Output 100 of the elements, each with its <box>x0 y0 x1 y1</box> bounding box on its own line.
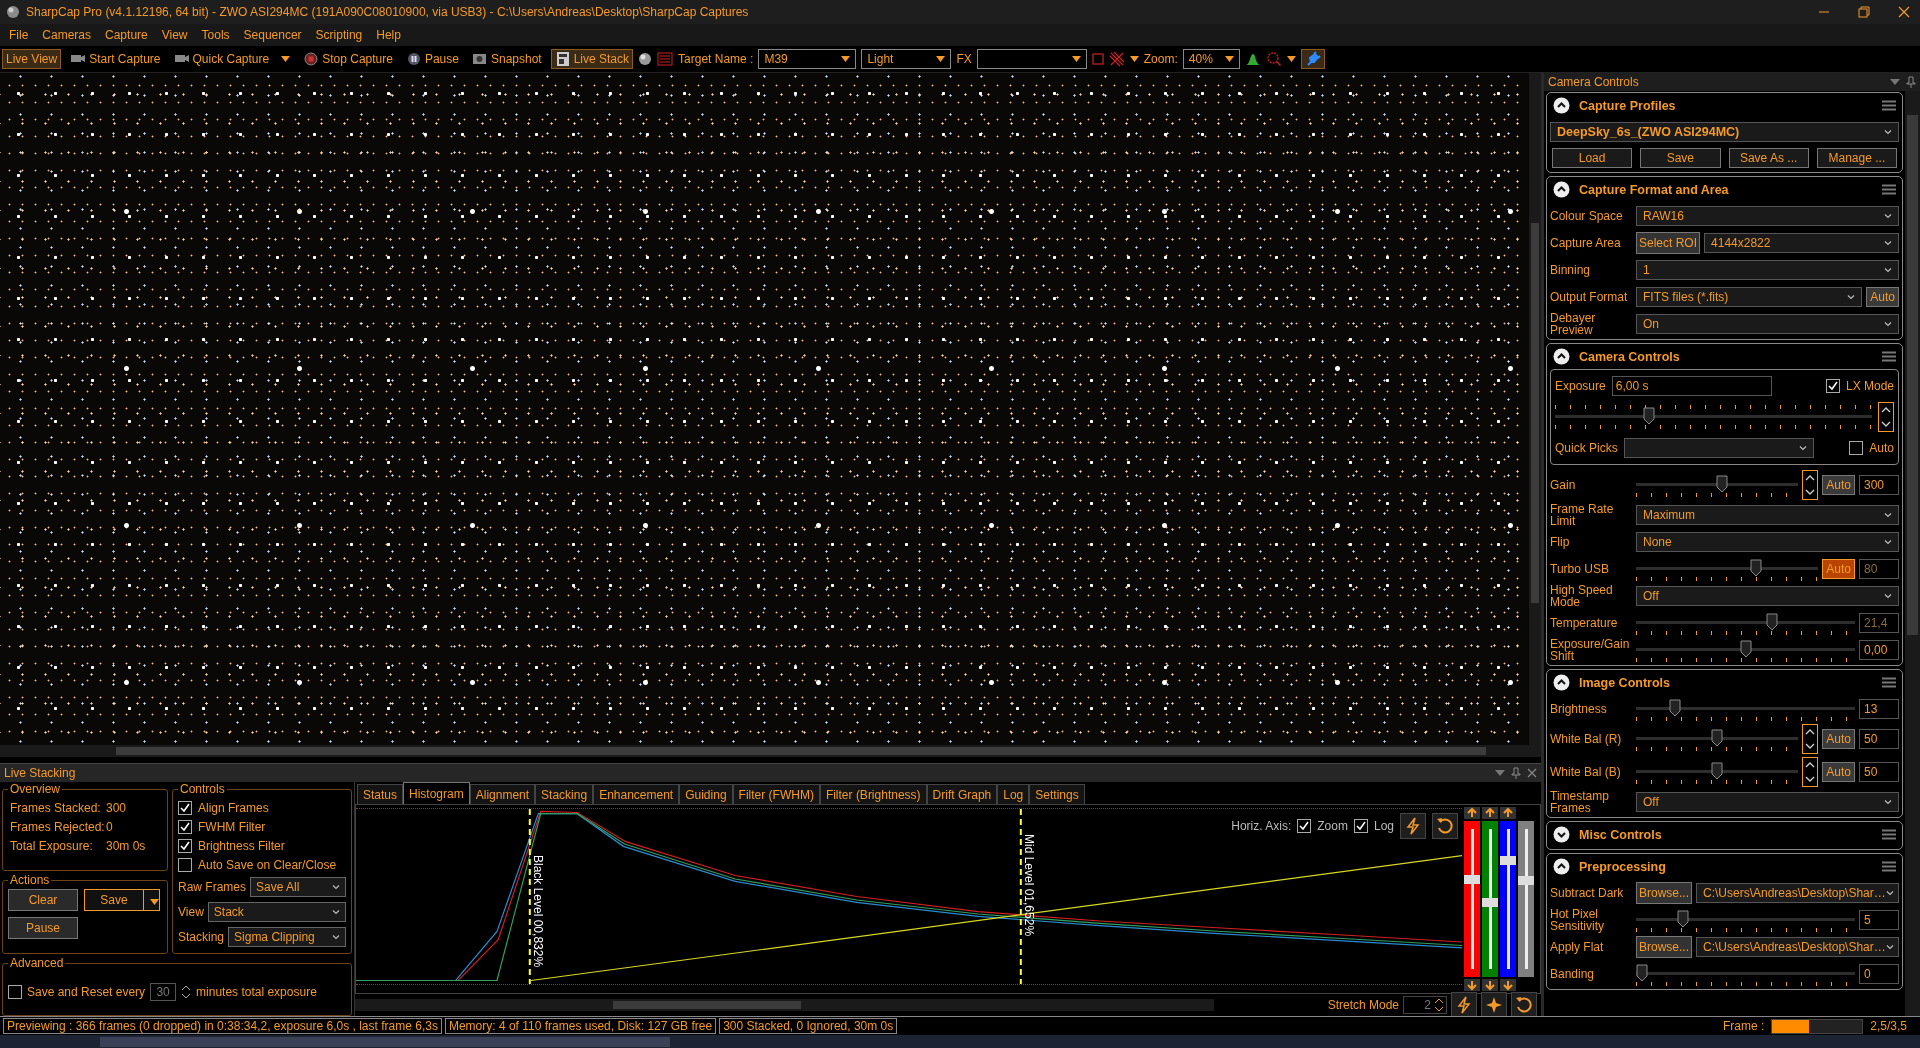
value-field[interactable]: 5 <box>1859 909 1899 930</box>
exposure-field[interactable]: 6,00 s <box>1611 376 1772 396</box>
dropdown[interactable]: C:\Users\Andreas\Desktop\Shar… <box>1696 936 1899 957</box>
clear-button[interactable]: Clear <box>8 889 78 911</box>
auto-button[interactable]: Auto <box>1822 728 1855 749</box>
chevron-circle-icon[interactable] <box>1553 826 1570 843</box>
slider-thumb[interactable] <box>1677 909 1690 928</box>
dropdown[interactable]: DeepSky_6s_(ZWO ASI294MC) <box>1550 121 1899 142</box>
chevron-circle-icon[interactable] <box>1553 348 1570 365</box>
slider-thumb[interactable] <box>1669 698 1682 717</box>
arrow-up-icon[interactable] <box>1500 807 1516 819</box>
checkbox[interactable] <box>1825 379 1840 393</box>
pin-icon[interactable] <box>1511 767 1521 779</box>
menu-icon[interactable] <box>1882 677 1896 688</box>
stretch-mode-field[interactable]: 2 <box>1403 996 1447 1014</box>
level-marker-line[interactable] <box>1019 809 1022 984</box>
spinner-icon[interactable] <box>181 983 192 1000</box>
pause-button[interactable]: Pause <box>8 917 78 939</box>
slider-thumb[interactable] <box>1500 856 1516 865</box>
profile-button[interactable]: Manage ... <box>1816 148 1897 168</box>
value-field[interactable]: 50 <box>1859 761 1899 782</box>
menu-item[interactable]: Scripting <box>308 28 370 42</box>
dropdown[interactable]: C:\Users\Andreas\Desktop\Shar… <box>1696 882 1899 903</box>
tab[interactable]: Drift Graph <box>926 784 998 804</box>
menu-item[interactable]: Sequencer <box>236 28 309 42</box>
caret-down-icon[interactable] <box>1890 78 1900 86</box>
dropdown[interactable]: Save All <box>250 876 346 897</box>
toolbar-button[interactable]: Start Capture <box>66 49 165 69</box>
arrow-down-icon[interactable] <box>1482 979 1498 991</box>
tab[interactable]: Stacking <box>535 784 594 804</box>
chevron-circle-icon[interactable] <box>1553 674 1570 691</box>
menu-item[interactable]: File <box>2 28 36 42</box>
checkbox[interactable] <box>8 984 22 999</box>
spin-button[interactable] <box>1802 723 1819 754</box>
channel-slider[interactable] <box>1500 821 1516 977</box>
slider[interactable] <box>1636 759 1799 784</box>
menu-icon[interactable] <box>1882 100 1896 111</box>
spin-button[interactable] <box>1802 469 1819 500</box>
arrow-up-icon[interactable] <box>1464 807 1480 819</box>
dropdown[interactable]: None <box>1636 531 1899 552</box>
dropdown[interactable]: Light <box>861 49 952 69</box>
menu-icon[interactable] <box>1882 184 1896 195</box>
plug-button[interactable] <box>1300 49 1325 69</box>
arrow-down-icon[interactable] <box>1500 979 1516 991</box>
slider-thumb[interactable] <box>1739 639 1752 658</box>
dropdown[interactable] <box>976 49 1087 69</box>
auto-button[interactable]: Auto <box>1822 474 1855 495</box>
toolbar-button[interactable]: Quick Capture <box>169 49 295 69</box>
slider-thumb[interactable] <box>1715 474 1728 493</box>
slider-thumb[interactable] <box>1711 761 1724 780</box>
reset-button[interactable] <box>1432 813 1458 839</box>
close-icon[interactable] <box>1898 6 1910 18</box>
histogram-icon[interactable] <box>1244 52 1261 66</box>
value-field[interactable]: 0,00 <box>1859 639 1899 660</box>
value-field[interactable]: 50 <box>1859 728 1899 749</box>
tab[interactable]: Enhancement <box>593 784 680 804</box>
menu-icon[interactable] <box>1882 351 1896 362</box>
profile-button[interactable]: Save <box>1640 148 1721 168</box>
browse-button[interactable]: Browse... <box>1636 935 1692 958</box>
magnifier-icon[interactable] <box>1265 51 1282 67</box>
scrollbar[interactable] <box>355 999 1214 1011</box>
pin-icon[interactable] <box>1906 76 1916 88</box>
tab[interactable]: Filter (FWHM) <box>732 784 820 804</box>
dropdown[interactable]: Stack <box>207 901 346 922</box>
slider[interactable] <box>1555 405 1872 429</box>
menu-item[interactable]: Capture <box>98 28 155 42</box>
scrollbar[interactable] <box>1529 73 1541 745</box>
value-field[interactable]: 13 <box>1859 698 1899 719</box>
checkbox[interactable] <box>1353 819 1368 833</box>
slider[interactable] <box>1636 472 1799 497</box>
arrow-down-icon[interactable] <box>1464 979 1480 991</box>
dropdown-button[interactable] <box>144 889 160 911</box>
dropdown[interactable]: 1 <box>1636 259 1899 280</box>
menu-icon[interactable] <box>1882 829 1896 840</box>
channel-slider[interactable] <box>1482 821 1498 977</box>
dropdown[interactable]: On <box>1636 313 1899 334</box>
checkbox[interactable] <box>178 800 192 815</box>
checkbox[interactable] <box>178 819 192 834</box>
channel-slider[interactable] <box>1518 821 1534 977</box>
tab[interactable]: Settings <box>1029 784 1085 804</box>
toolbar-button[interactable]: Live Stack <box>550 49 634 69</box>
tab[interactable]: Status <box>357 784 404 804</box>
arrow-up-icon[interactable] <box>1482 807 1498 819</box>
save-button[interactable]: Save <box>84 889 144 911</box>
value-field[interactable]: 300 <box>1859 474 1899 495</box>
sparkle-button[interactable] <box>1481 992 1507 1018</box>
checkbox[interactable] <box>178 838 192 853</box>
lightning-button[interactable] <box>1451 992 1477 1018</box>
slider-thumb[interactable] <box>1464 874 1480 884</box>
dropdown[interactable]: 40% <box>1182 49 1240 69</box>
slider-thumb[interactable] <box>1636 963 1648 982</box>
toolbar-button[interactable]: Live View <box>2 49 62 69</box>
slider-thumb[interactable] <box>1482 898 1498 908</box>
checkbox[interactable] <box>178 857 192 872</box>
chevron-circle-icon[interactable] <box>1553 181 1570 198</box>
dropdown[interactable]: 4144x2822 <box>1704 232 1899 253</box>
toolbar-button[interactable]: Stop Capture <box>299 49 397 69</box>
slider-thumb[interactable] <box>1518 876 1534 886</box>
slider[interactable] <box>1636 696 1855 721</box>
slider[interactable] <box>1636 637 1855 662</box>
